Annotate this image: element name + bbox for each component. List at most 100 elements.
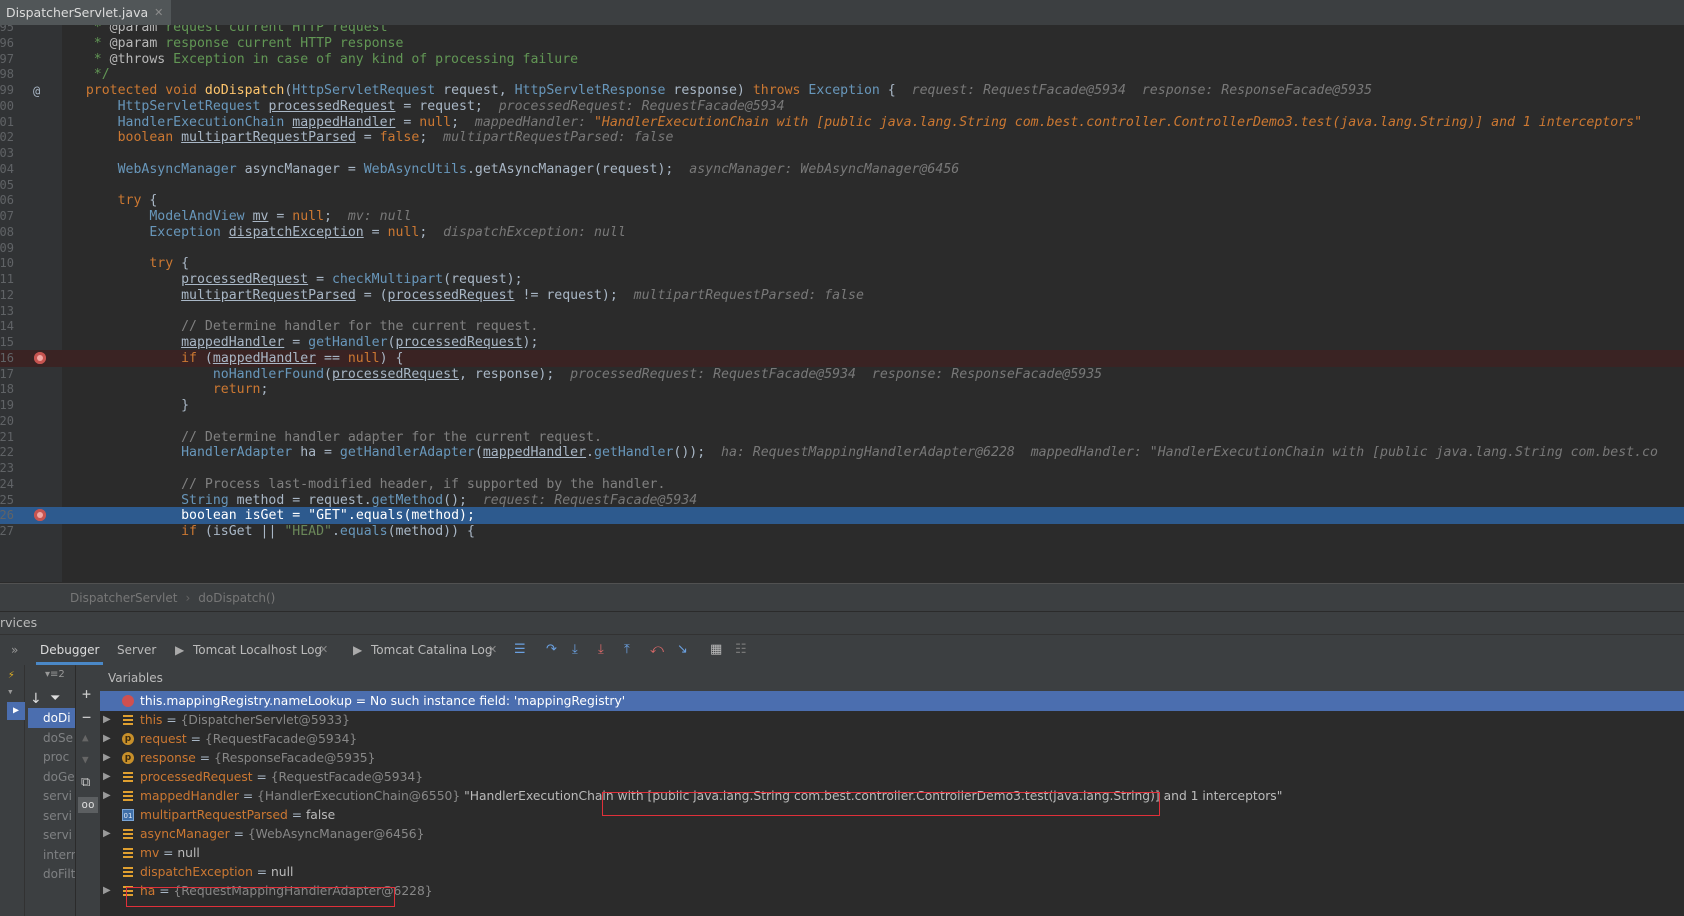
- step-out-icon[interactable]: ⤒: [624, 643, 630, 657]
- line-number[interactable]: 12: [0, 287, 14, 304]
- close-icon[interactable]: ✕: [154, 6, 163, 19]
- stack-frame-item[interactable]: servi: [43, 825, 75, 845]
- expand-arrow-icon[interactable]: ▶: [103, 710, 111, 730]
- code-line[interactable]: 01 HandlerExecutionChain mappedHandler =…: [0, 114, 1684, 131]
- line-number[interactable]: 27: [0, 523, 14, 540]
- code-line[interactable]: 09: [0, 240, 1684, 257]
- line-number[interactable]: 03: [0, 145, 14, 162]
- stack-frame-item[interactable]: doDi: [28, 708, 75, 728]
- expand-panels-icon[interactable]: »: [11, 635, 18, 665]
- stack-frame-item[interactable]: doGe: [43, 767, 75, 787]
- code-line[interactable]: 14 // Determine handler for the current …: [0, 318, 1684, 335]
- current-thread-icon[interactable]: ▶: [7, 702, 25, 720]
- code-editor[interactable]: 95 * @param request current HTTP request…: [0, 25, 1684, 582]
- tab-tomcat-catalina-log[interactable]: Tomcat Catalina Log: [371, 635, 492, 665]
- line-number[interactable]: 02: [0, 129, 14, 146]
- drop-frame-icon[interactable]: ⤺: [650, 643, 664, 657]
- force-step-into-icon[interactable]: ⤓: [598, 643, 604, 657]
- stack-frame-item[interactable]: interr: [43, 845, 75, 865]
- line-number[interactable]: 07: [0, 208, 14, 225]
- line-number[interactable]: 05: [0, 177, 14, 194]
- step-over-icon[interactable]: ↷: [546, 643, 557, 657]
- expand-arrow-icon[interactable]: ▶: [103, 881, 111, 901]
- line-number[interactable]: 09: [0, 240, 14, 257]
- override-marker-icon[interactable]: @: [33, 83, 47, 98]
- code-line[interactable]: 15 mappedHandler = getHandler(processedR…: [0, 334, 1684, 351]
- breakpoint-line[interactable]: 16 if (mappedHandler == null) {: [0, 349, 1684, 367]
- line-number[interactable]: 22: [0, 444, 14, 461]
- expand-arrow-icon[interactable]: ▶: [103, 767, 111, 787]
- variable-row[interactable]: ▶ p request = {RequestFacade@5934}: [100, 729, 1684, 749]
- line-number[interactable]: 13: [0, 303, 14, 320]
- code-line[interactable]: 25 String method = request.getMethod(); …: [0, 492, 1684, 509]
- line-number[interactable]: 06: [0, 192, 14, 209]
- line-number[interactable]: 11: [0, 271, 14, 288]
- expand-arrow-icon[interactable]: ▶: [103, 786, 111, 806]
- code-line[interactable]: 06 try {: [0, 192, 1684, 209]
- stack-frame-item[interactable]: servi: [43, 786, 75, 806]
- breakpoint-icon[interactable]: [33, 351, 47, 365]
- code-line[interactable]: 96 * @param response current HTTP respon…: [0, 35, 1684, 52]
- line-number[interactable]: 24: [0, 476, 14, 493]
- remove-watch-icon[interactable]: −: [82, 708, 91, 726]
- trace-icon[interactable]: ☷: [735, 643, 747, 657]
- code-line[interactable]: 05: [0, 177, 1684, 194]
- code-line[interactable]: 22 HandlerAdapter ha = getHandlerAdapter…: [0, 444, 1684, 461]
- code-line[interactable]: 97 * @throws Exception in case of any ki…: [0, 51, 1684, 68]
- filter-icon[interactable]: ⏷: [50, 691, 60, 706]
- expand-arrow-icon[interactable]: ▶: [103, 729, 111, 749]
- line-number[interactable]: 97: [0, 51, 14, 68]
- code-line[interactable]: 08 Exception dispatchException = null; d…: [0, 224, 1684, 241]
- code-line[interactable]: 19 }: [0, 397, 1684, 414]
- code-line[interactable]: 24 // Process last-modified header, if s…: [0, 476, 1684, 493]
- line-number[interactable]: 01: [0, 114, 14, 131]
- code-line[interactable]: 12 multipartRequestParsed = (processedRe…: [0, 287, 1684, 304]
- code-line[interactable]: 11 processedRequest = checkMultipart(req…: [0, 271, 1684, 288]
- file-tab-dispatcherservlet[interactable]: DispatcherServlet.java ✕: [0, 0, 172, 25]
- variable-row[interactable]: ▶ processedRequest = {RequestFacade@5934}: [100, 767, 1684, 787]
- line-number[interactable]: 20: [0, 413, 14, 430]
- stack-frame-item[interactable]: doFilt: [43, 864, 75, 884]
- line-number[interactable]: 16: [0, 350, 14, 367]
- line-number[interactable]: 23: [0, 460, 14, 477]
- code-line[interactable]: 00 HttpServletRequest processedRequest =…: [0, 98, 1684, 115]
- code-line[interactable]: 03: [0, 145, 1684, 162]
- variable-row[interactable]: ▶ p response = {ResponseFacade@5935}: [100, 748, 1684, 768]
- code-line[interactable]: 27 if (isGet || "HEAD".equals(method)) {: [0, 523, 1684, 540]
- expand-arrow-icon[interactable]: ▶: [103, 748, 111, 768]
- code-line[interactable]: 04 WebAsyncManager asyncManager = WebAsy…: [0, 161, 1684, 178]
- breakpoint-icon[interactable]: [33, 508, 47, 522]
- breadcrumb-class[interactable]: DispatcherServlet: [70, 591, 177, 605]
- code-line[interactable]: 98 */: [0, 66, 1684, 83]
- run-to-cursor-icon[interactable]: ↘: [677, 643, 688, 657]
- code-line[interactable]: 02 boolean multipartRequestParsed = fals…: [0, 129, 1684, 146]
- close-icon[interactable]: ✕: [488, 635, 497, 665]
- line-number[interactable]: 15: [0, 334, 14, 351]
- thread-selector-icon[interactable]: ▾≡2: [45, 669, 65, 680]
- tab-tomcat-localhost-log[interactable]: Tomcat Localhost Log: [193, 635, 322, 665]
- code-line[interactable]: 07 ModelAndView mv = null; mv: null: [0, 208, 1684, 225]
- resume-icon[interactable]: ⚡: [8, 668, 15, 681]
- move-up-icon[interactable]: ▲: [82, 731, 89, 744]
- expand-arrow-icon[interactable]: ▶: [103, 824, 111, 844]
- evaluate-expression-icon[interactable]: ▦: [710, 643, 722, 657]
- line-number[interactable]: 21: [0, 429, 14, 446]
- arrow-down-icon[interactable]: ↓: [30, 691, 42, 707]
- code-line[interactable]: 23: [0, 460, 1684, 477]
- tab-debugger[interactable]: Debugger: [36, 635, 104, 665]
- code-line[interactable]: 21 // Determine handler adapter for the …: [0, 429, 1684, 446]
- variable-row[interactable]: this.mappingRegistry.nameLookup = No suc…: [100, 691, 1684, 711]
- pause-icon[interactable]: ▾: [7, 685, 14, 698]
- variable-row[interactable]: mv = null: [100, 843, 1684, 863]
- line-number[interactable]: 99: [0, 82, 14, 99]
- step-into-icon[interactable]: ⤓: [572, 643, 578, 657]
- stack-frame-item[interactable]: doSe: [43, 728, 75, 748]
- code-line[interactable]: 99 @ protected void doDispatch(HttpServle…: [0, 82, 1684, 99]
- code-line[interactable]: 13: [0, 303, 1684, 320]
- variable-row[interactable]: ▶ asyncManager = {WebAsyncManager@6456}: [100, 824, 1684, 844]
- close-icon[interactable]: ✕: [319, 635, 328, 665]
- line-number[interactable]: 00: [0, 98, 14, 115]
- watches-toggle-icon[interactable]: oo: [78, 797, 98, 813]
- tab-server[interactable]: Server: [117, 635, 156, 665]
- code-line[interactable]: 10 try {: [0, 255, 1684, 272]
